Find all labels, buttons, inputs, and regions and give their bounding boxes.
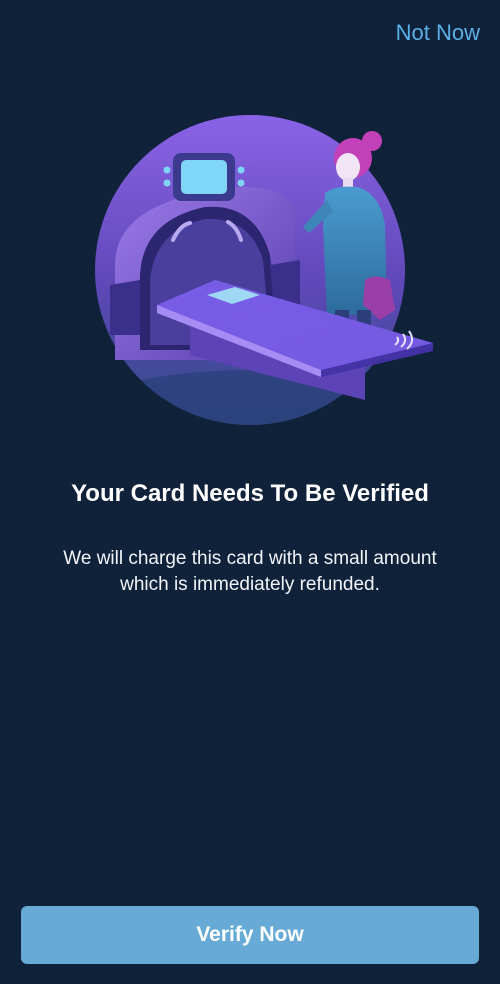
top-bar: Not Now: [0, 0, 500, 70]
card-verification-illustration: [95, 115, 440, 425]
message-line-1: We will charge this card with a small am…: [63, 548, 437, 569]
verification-message: We will charge this card with a small am…: [40, 546, 460, 598]
card-scanner-illustration-icon: [95, 115, 433, 425]
page-title: Your Card Needs To Be Verified: [71, 480, 429, 507]
not-now-button[interactable]: Not Now: [396, 20, 480, 46]
verify-now-button[interactable]: Verify Now: [21, 906, 479, 964]
message-line-2: which is immediately refunded.: [120, 574, 380, 595]
